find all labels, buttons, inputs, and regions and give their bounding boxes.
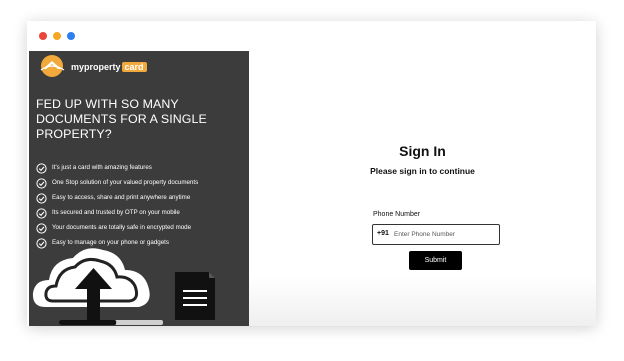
check-circle-icon [36,178,47,189]
brand-name: myproperty card [71,62,147,72]
signin-panel: Sign In Please sign in to continue Phone… [249,51,596,326]
upload-progress-bar [59,320,163,325]
check-circle-icon [36,163,47,174]
feature-text: Its secured and trusted by OTP on your m… [52,209,180,216]
house-logo-icon [40,55,65,77]
upload-illustration [32,248,215,325]
maximize-window-dot[interactable] [67,32,75,40]
phone-input-group: +91 [372,224,500,245]
feature-text: Easy to access, share and print anywhere… [52,194,191,201]
phone-number-label: Phone Number [373,211,421,218]
signin-subtitle: Please sign in to continue [370,166,475,176]
upload-progress-fill [59,320,117,325]
country-code-prefix: +91 [377,230,389,237]
check-circle-icon [36,208,47,219]
promo-panel: myproperty card FED UP WITH SO MANY DOCUM… [29,51,249,326]
cloud-upload-icon [32,248,150,320]
phone-number-input[interactable] [394,227,494,241]
close-window-dot[interactable] [39,32,47,40]
feature-text: It's just a card with amazing features [52,164,152,171]
document-icon [175,272,215,320]
feature-text: One Stop solution of your valued propert… [52,179,199,186]
brand-logo[interactable]: myproperty card [37,54,147,77]
check-circle-icon [36,193,47,204]
minimize-window-dot[interactable] [53,32,61,40]
window-titlebar [27,21,596,51]
promo-headline: FED UP WITH SO MANY DOCUMENTS FOR A SING… [36,97,207,141]
submit-button[interactable]: Submit [409,251,462,270]
browser-window: myproperty card FED UP WITH SO MANY DOCUM… [27,21,596,326]
signin-title: Sign In [399,143,446,159]
